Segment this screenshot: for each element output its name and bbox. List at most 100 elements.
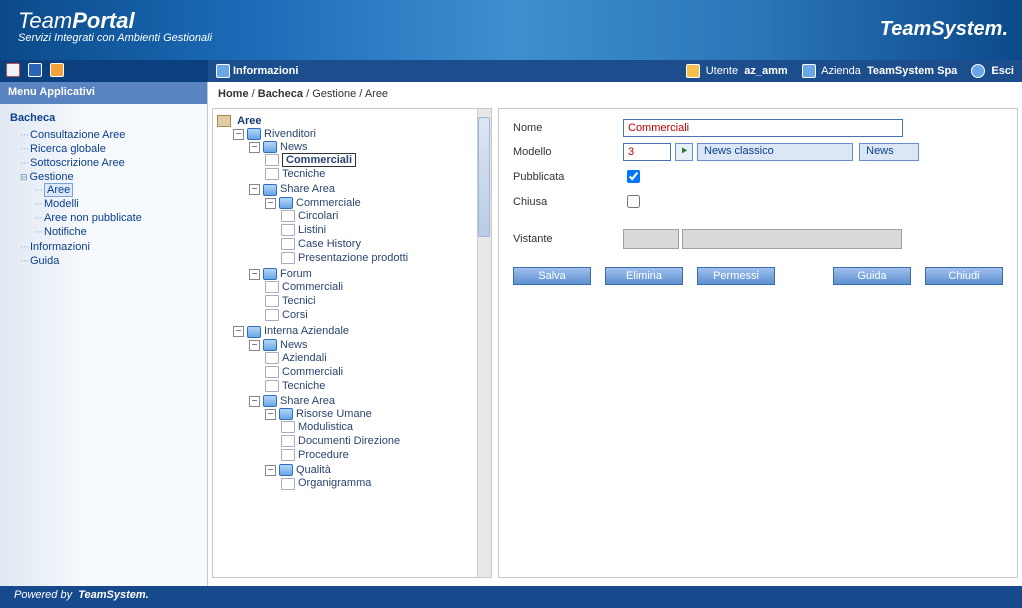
menu-consultazione[interactable]: Consultazione Aree <box>20 128 201 142</box>
home-icon[interactable] <box>50 63 64 77</box>
menu-informazioni[interactable]: Informazioni <box>20 240 201 254</box>
toggle-news2[interactable]: − <box>249 340 260 351</box>
node-news2[interactable]: News <box>280 339 308 351</box>
menu-ricerca[interactable]: Ricerca globale <box>20 142 201 156</box>
main: Menu Applicativi Bacheca Consultazione A… <box>0 82 1022 586</box>
scrollbar-thumb[interactable] <box>478 117 490 237</box>
node-organigramma[interactable]: Organigramma <box>298 477 371 489</box>
node-procedure[interactable]: Procedure <box>298 449 349 461</box>
node-sharearea1[interactable]: Share Area <box>280 183 335 195</box>
node-rivenditori[interactable]: Rivenditori <box>264 128 316 140</box>
info-right: Informazioni Utente az_amm Azienda TeamS… <box>208 60 1022 82</box>
doc-icon <box>281 478 295 490</box>
node-fcomm[interactable]: Commerciali <box>282 281 343 293</box>
input-modello[interactable] <box>623 143 671 161</box>
doc-icon <box>281 252 295 264</box>
breadcrumb: Home / Bacheca / Gestione / Aree <box>208 82 1022 108</box>
brand-tagline: Servizi Integrati con Ambienti Gestional… <box>18 32 212 44</box>
toggle-commerciale[interactable]: − <box>265 198 276 209</box>
tree-panel: Aree −Rivenditori −News Commerciali Tecn… <box>212 108 492 578</box>
scrollbar-track[interactable] <box>477 109 491 577</box>
input-nome[interactable] <box>623 119 903 137</box>
node-circolari[interactable]: Circolari <box>298 210 338 222</box>
toggle-rivenditori[interactable]: − <box>233 129 244 140</box>
menu-gestione[interactable]: Gestione Aree Modelli Aree non pubblicat… <box>20 170 201 240</box>
node-risorse[interactable]: Risorse Umane <box>296 408 372 420</box>
node-news1[interactable]: News <box>280 141 308 153</box>
checkbox-chiusa[interactable] <box>627 195 640 208</box>
brand-team: Team <box>18 8 72 33</box>
node-modulistica[interactable]: Modulistica <box>298 421 353 433</box>
doc-icon <box>265 366 279 378</box>
doc-icon <box>265 309 279 321</box>
node-casehistory[interactable]: Case History <box>298 238 361 250</box>
node-commerciale[interactable]: Commerciale <box>296 197 361 209</box>
toggle-risorse[interactable]: − <box>265 409 276 420</box>
node-forum[interactable]: Forum <box>280 268 312 280</box>
menu-modelli[interactable]: Modelli <box>34 197 201 211</box>
folder-icon <box>263 395 277 407</box>
menu-aree[interactable]: Aree <box>34 183 201 197</box>
doc-icon <box>281 238 295 250</box>
node-presentazione[interactable]: Presentazione prodotti <box>298 252 408 264</box>
node-listini[interactable]: Listini <box>298 224 326 236</box>
crumb-aree: Aree <box>365 88 388 100</box>
readonly-modello-desc: News classico <box>697 143 853 161</box>
node-interna[interactable]: Interna Aziendale <box>264 325 349 337</box>
button-guida[interactable]: Guida <box>833 267 911 285</box>
sidebar: Menu Applicativi Bacheca Consultazione A… <box>0 82 208 586</box>
node-commerciali2[interactable]: Commerciali <box>282 366 343 378</box>
node-docdir[interactable]: Documenti Direzione <box>298 435 400 447</box>
tree-root[interactable]: Aree <box>237 115 261 127</box>
doc-icon <box>265 352 279 364</box>
brand-left: TeamPortal Servizi Integrati con Ambient… <box>18 8 212 44</box>
toolbar-icon-2[interactable] <box>28 63 42 77</box>
toggle-sharearea1[interactable]: − <box>249 184 260 195</box>
menu-notifiche[interactable]: Notifiche <box>34 225 201 239</box>
node-aziendali[interactable]: Aziendali <box>282 352 327 364</box>
doc-icon <box>281 449 295 461</box>
exit-link[interactable]: Esci <box>991 65 1014 77</box>
crumb-home[interactable]: Home <box>218 88 249 100</box>
toggle-qualita[interactable]: − <box>265 465 276 476</box>
lookup-modello-button[interactable]: ⯈ <box>675 143 693 161</box>
user-icon <box>686 64 700 78</box>
crumb-gestione[interactable]: Gestione <box>312 88 356 100</box>
power-icon <box>971 64 985 78</box>
footer-powered: Powered by <box>14 589 72 601</box>
menu-nonpub[interactable]: Aree non pubblicate <box>34 211 201 225</box>
sidebar-title: Menu Applicativi <box>0 82 207 104</box>
button-elimina[interactable]: Elimina <box>605 267 683 285</box>
folder-icon <box>279 464 293 476</box>
vistante-box-1[interactable] <box>623 229 679 249</box>
button-permessi[interactable]: Permessi <box>697 267 775 285</box>
readonly-modello-cat: News <box>859 143 919 161</box>
node-tecniche2[interactable]: Tecniche <box>282 380 325 392</box>
folder-icon <box>279 408 293 420</box>
toggle-forum[interactable]: − <box>249 269 260 280</box>
button-salva[interactable]: Salva <box>513 267 591 285</box>
toggle-sharearea2[interactable]: − <box>249 396 260 407</box>
toggle-interna[interactable]: − <box>233 326 244 337</box>
vistante-box-2[interactable] <box>682 229 902 249</box>
user-link[interactable]: az_amm <box>744 65 787 77</box>
crumb-bacheca[interactable]: Bacheca <box>258 88 303 100</box>
doc-icon <box>281 435 295 447</box>
toggle-news1[interactable]: − <box>249 142 260 153</box>
node-sharearea2[interactable]: Share Area <box>280 395 335 407</box>
doc-icon <box>265 168 279 180</box>
node-qualita[interactable]: Qualità <box>296 464 331 476</box>
menu-guida[interactable]: Guida <box>20 254 201 268</box>
folder-icon <box>279 197 293 209</box>
top-banner: TeamPortal Servizi Integrati con Ambient… <box>0 0 1022 60</box>
menu-sottoscrizione[interactable]: Sottoscrizione Aree <box>20 156 201 170</box>
label-chiusa: Chiusa <box>513 196 623 208</box>
checkbox-pubblicata[interactable] <box>627 170 640 183</box>
button-chiudi[interactable]: Chiudi <box>925 267 1003 285</box>
node-fcorsi[interactable]: Corsi <box>282 309 308 321</box>
node-tecniche1[interactable]: Tecniche <box>282 168 325 180</box>
toolbar-icon-1[interactable] <box>6 63 20 77</box>
node-commerciali-selected[interactable]: Commerciali <box>282 153 356 167</box>
sidebar-root[interactable]: Bacheca <box>10 112 201 124</box>
node-ftec[interactable]: Tecnici <box>282 295 316 307</box>
